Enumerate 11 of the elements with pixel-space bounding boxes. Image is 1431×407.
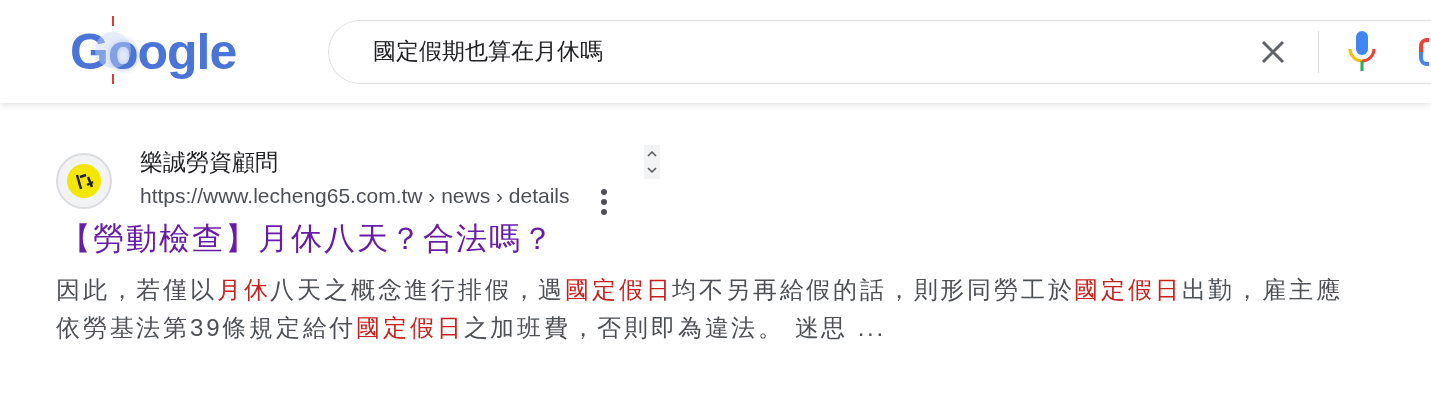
google-logo[interactable]: Google	[70, 15, 260, 88]
more-options-icon[interactable]	[599, 188, 608, 216]
microphone-icon[interactable]	[1347, 30, 1377, 73]
site-name: 樂誠勞資顧問	[140, 148, 279, 177]
camera-icon[interactable]	[1419, 35, 1431, 68]
result-title[interactable]: 【勞動檢查】月休八天？合法嗎？	[60, 217, 555, 261]
site-logo-icon	[66, 163, 102, 199]
search-input[interactable]: 國定假期也算在月休嗎	[371, 37, 1258, 66]
result-url[interactable]: https://www.lecheng65.com.tw › news › details	[140, 184, 570, 208]
result-snippet: 因此，若僅以月休八天之概念進行排假，遇 國定假日 均不另再給假的話，則形同勞工於國定假日 出勤，雇主應依勞基法第39條規定給付國定假日 之加班費，否則即為違法。 迷思 ...	[56, 275, 1344, 343]
scroll-arrows-icon[interactable]	[644, 145, 660, 179]
